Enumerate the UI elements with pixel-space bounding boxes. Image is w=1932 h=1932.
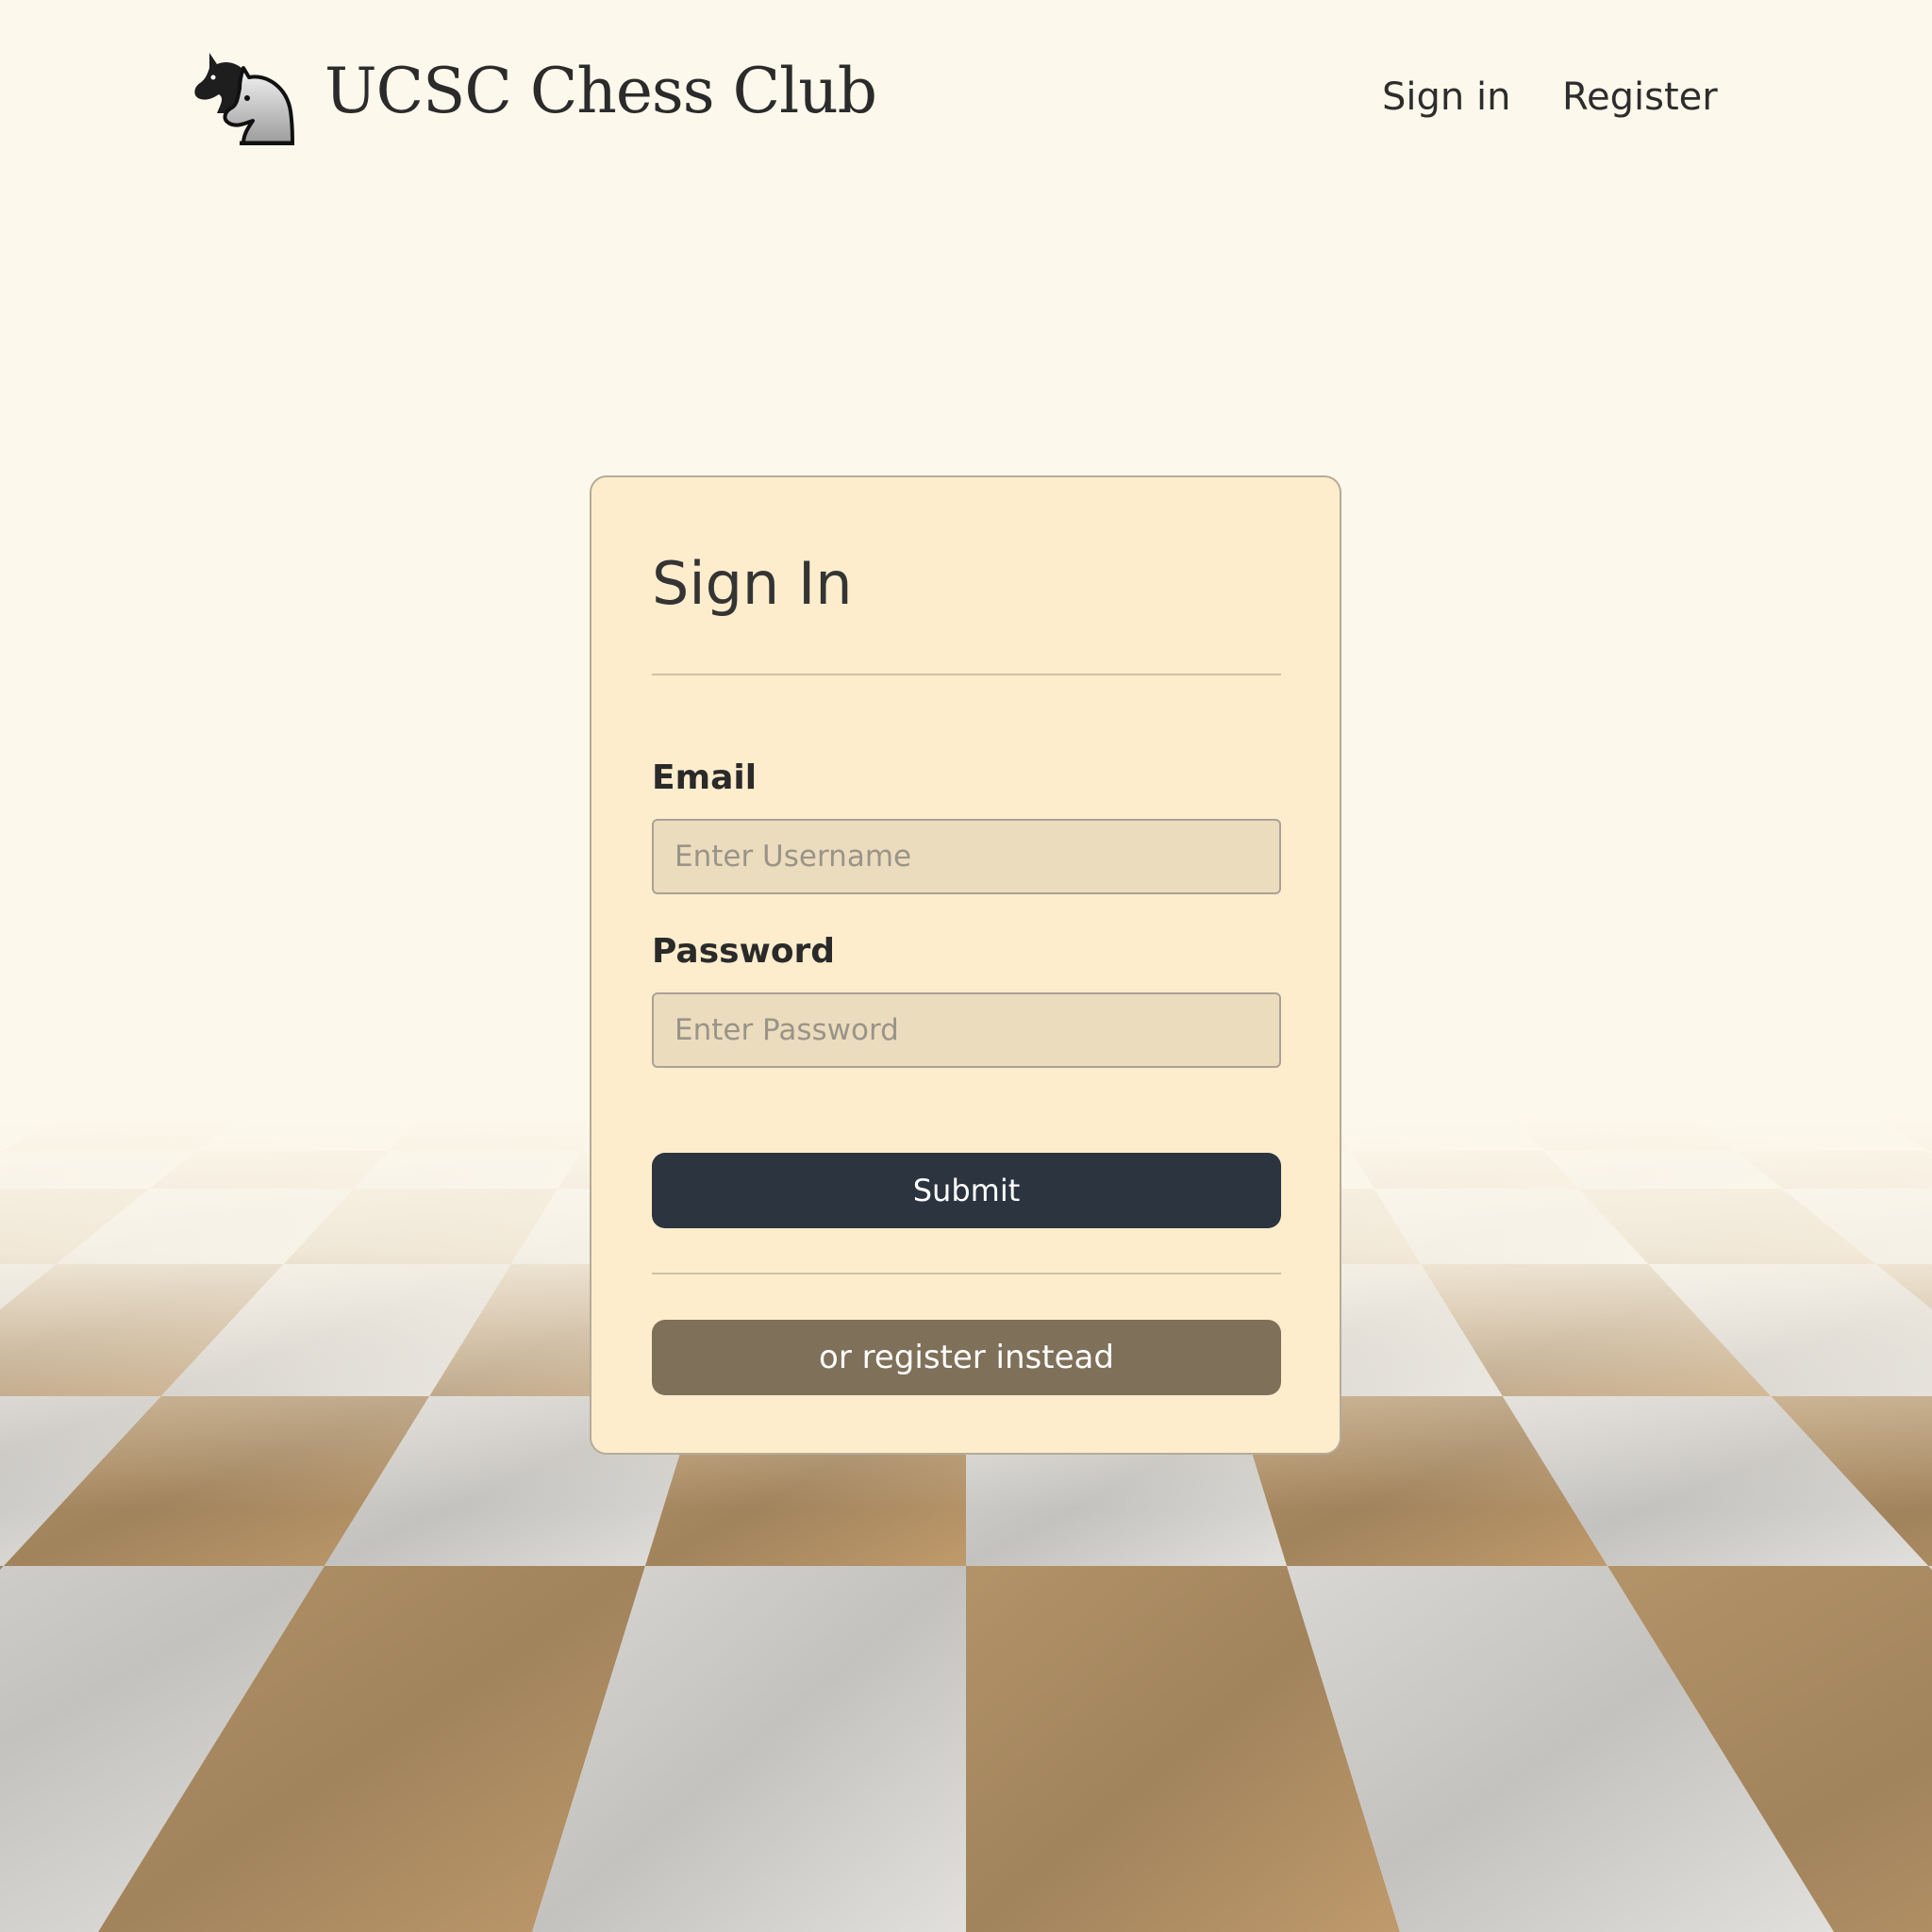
site-title[interactable]: UCSC Chess Club <box>325 55 877 127</box>
light-floor-tile <box>1327 1113 1544 1151</box>
submit-button[interactable]: Submit <box>652 1153 1281 1228</box>
chess-knights-logo-icon[interactable] <box>189 45 298 146</box>
sign-in-page: UCSC Chess Club Sign in Register Sign In… <box>0 0 1932 1932</box>
email-label: Email <box>652 758 758 797</box>
nav-sign-in-link[interactable]: Sign in <box>1382 75 1510 119</box>
nav-register-link[interactable]: Register <box>1562 75 1718 119</box>
buttons-divider <box>652 1273 1281 1274</box>
light-floor-tile <box>353 1151 581 1189</box>
password-field[interactable] <box>652 992 1281 1068</box>
password-label: Password <box>652 932 836 971</box>
dark-floor-tile <box>388 1113 605 1151</box>
title-divider <box>652 674 1281 675</box>
sign-in-title: Sign In <box>652 549 853 618</box>
dark-floor-tile <box>1351 1151 1579 1189</box>
sign-in-card: Sign In Email Password Submit or registe… <box>590 475 1341 1455</box>
email-field[interactable] <box>652 819 1281 894</box>
register-instead-button[interactable]: or register instead <box>652 1320 1281 1395</box>
site-header: UCSC Chess Club Sign in Register <box>0 0 1932 198</box>
